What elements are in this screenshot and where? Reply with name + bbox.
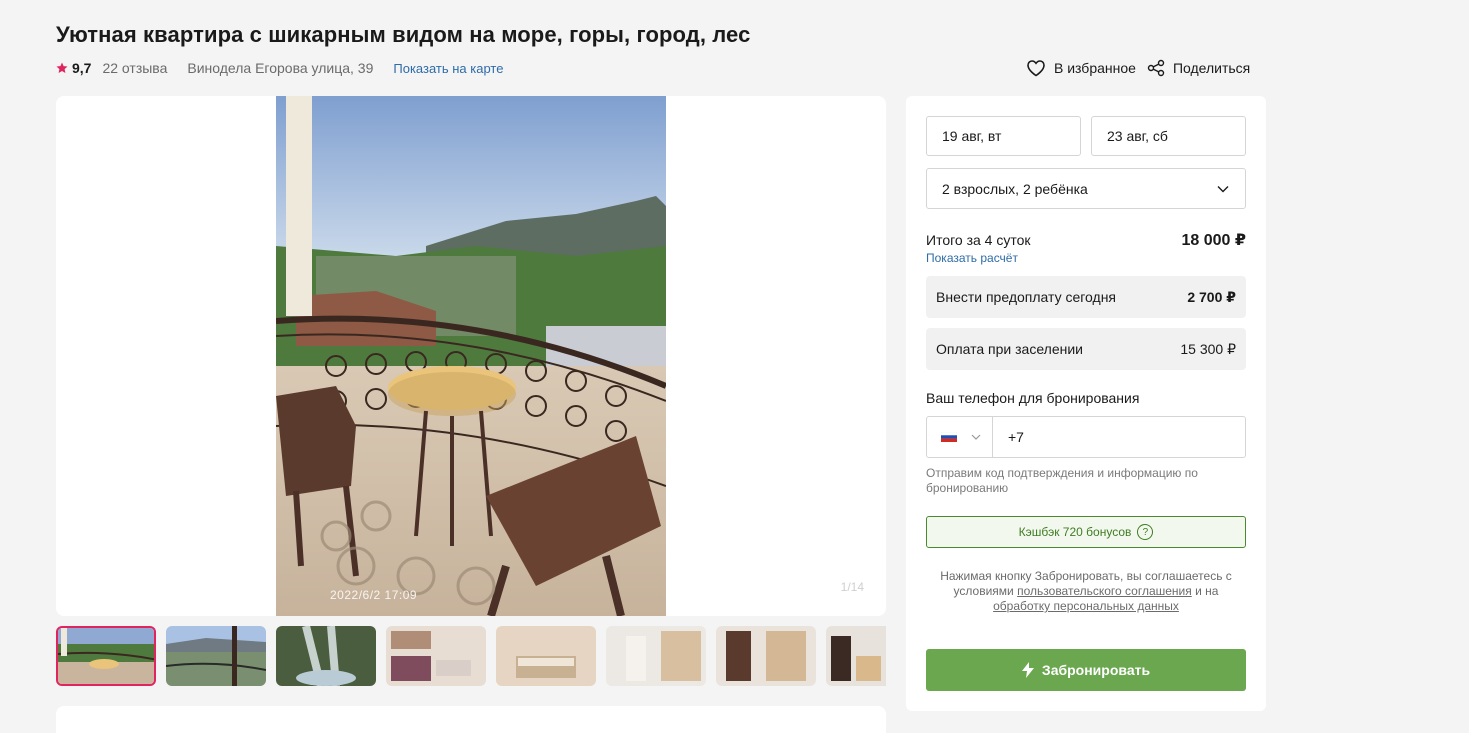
details-card	[56, 706, 886, 733]
russia-flag-icon	[941, 432, 957, 442]
total-label: Итого за 4 суток	[926, 232, 1031, 248]
chevron-down-icon	[971, 434, 981, 440]
book-button[interactable]: Забронировать	[926, 649, 1246, 691]
favorite-button[interactable]: В избранное	[1026, 59, 1136, 77]
guests-value: 2 взрослых, 2 ребёнка	[942, 180, 1088, 197]
cashback-label: Кэшбэк 720 бонусов	[1018, 525, 1132, 539]
agreement-mid: и на	[1195, 584, 1219, 598]
checkin-date-field[interactable]: 19 авг, вт	[926, 116, 1081, 156]
thumbnail[interactable]	[826, 626, 886, 686]
agreement-text: Нажимая кнопку Забронировать, вы соглаша…	[926, 569, 1246, 614]
checkin-payment-row: Оплата при заселении 15 300 ₽	[926, 328, 1246, 370]
thumbnail[interactable]	[386, 626, 486, 686]
favorite-label: В избранное	[1054, 60, 1136, 76]
country-code-select[interactable]	[927, 417, 993, 457]
heart-icon	[1027, 60, 1045, 77]
photo-counter: 1/14	[840, 580, 864, 594]
checkin-payment-label: Оплата при заселении	[936, 341, 1083, 357]
listing-title: Уютная квартира с шикарным видом на море…	[56, 22, 751, 47]
thumbnail[interactable]	[166, 626, 266, 686]
total-value: 18 000 ₽	[1181, 232, 1246, 249]
checkout-date-value: 23 авг, сб	[1107, 128, 1168, 144]
booking-panel: 19 авг, вт 23 авг, сб 2 взрослых, 2 ребё…	[906, 96, 1266, 711]
phone-label: Ваш телефон для бронирования	[926, 390, 1140, 406]
listing-meta: 9,7 22 отзыва Винодела Егорова улица, 39…	[56, 59, 503, 77]
user-agreement-link[interactable]: пользовательского соглашения	[1017, 584, 1192, 598]
thumbnail-strip	[56, 626, 886, 686]
phone-hint: Отправим код подтверждения и информацию …	[926, 466, 1198, 495]
thumbnail[interactable]	[276, 626, 376, 686]
share-button[interactable]: Поделиться	[1147, 59, 1250, 77]
star-icon	[56, 62, 68, 73]
book-button-label: Забронировать	[1041, 662, 1151, 678]
listing-actions: В избранное Поделиться	[1026, 58, 1250, 78]
reviews-link[interactable]: 22 отзыва	[102, 60, 167, 76]
lightning-icon	[1021, 662, 1034, 678]
personal-data-link[interactable]: обработку персональных данных	[993, 599, 1179, 613]
rating-score: 9,7	[72, 60, 92, 76]
question-icon[interactable]: ?	[1137, 524, 1154, 540]
guests-select[interactable]: 2 взрослых, 2 ребёнка	[926, 168, 1246, 209]
balcony-photo	[276, 96, 666, 616]
address: Винодела Егорова улица, 39	[187, 60, 374, 76]
thumbnail[interactable]	[606, 626, 706, 686]
show-calculation-link[interactable]: Показать расчёт	[926, 251, 1018, 265]
prepay-row: Внести предоплату сегодня 2 700 ₽	[926, 276, 1246, 318]
checkin-payment-value: 15 300 ₽	[1180, 340, 1236, 357]
checkin-date-value: 19 авг, вт	[942, 128, 1002, 144]
cashback-badge[interactable]: Кэшбэк 720 бонусов ?	[926, 516, 1246, 548]
share-label: Поделиться	[1172, 60, 1251, 76]
prepay-label: Внести предоплату сегодня	[936, 289, 1117, 305]
photo-timestamp: 2022/6/2 17:09	[330, 588, 418, 602]
show-on-map-link[interactable]: Показать на карте	[393, 61, 503, 76]
phone-field	[926, 416, 1246, 458]
thumbnail[interactable]	[56, 626, 156, 686]
checkout-date-field[interactable]: 23 авг, сб	[1091, 116, 1246, 156]
share-icon	[1147, 59, 1165, 77]
thumbnail[interactable]	[496, 626, 596, 686]
main-photo[interactable]	[276, 96, 666, 616]
thumbnail[interactable]	[716, 626, 816, 686]
phone-input[interactable]	[993, 417, 1245, 457]
chevron-down-icon	[1217, 185, 1229, 192]
photo-gallery[interactable]: 2022/6/2 17:09 1/14	[56, 96, 886, 616]
prepay-value: 2 700 ₽	[1187, 288, 1236, 305]
